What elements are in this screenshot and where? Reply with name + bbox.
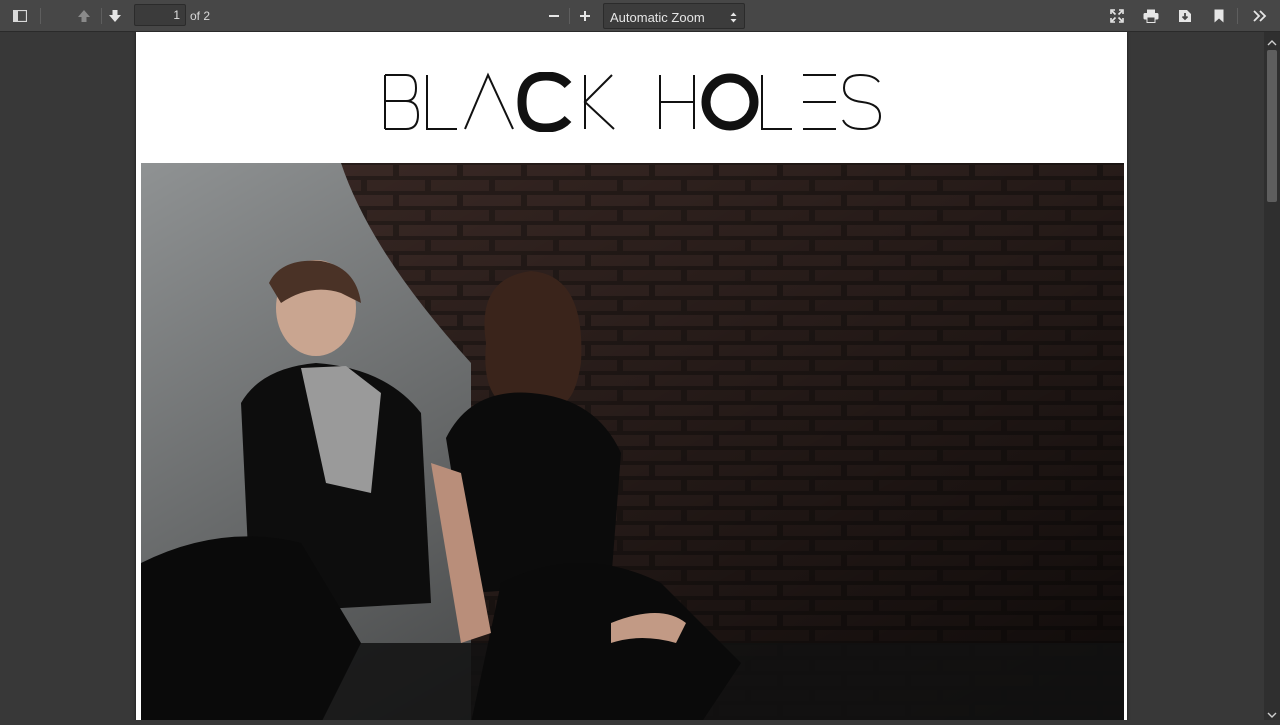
- zoom-select[interactable]: Automatic Zoom: [603, 3, 745, 29]
- scroll-up-arrow-icon[interactable]: [1267, 35, 1277, 46]
- zoom-out-icon[interactable]: [542, 3, 566, 29]
- next-page-icon[interactable]: [103, 3, 127, 29]
- page-count-label: of 2: [190, 9, 211, 23]
- pdf-toolbar: 1 of 2 Automatic Zoom: [0, 0, 1280, 32]
- print-icon[interactable]: [1139, 3, 1163, 29]
- scroll-down-arrow-icon[interactable]: [1267, 707, 1277, 718]
- zoom-select-value: Automatic Zoom: [610, 10, 705, 25]
- pdf-page: [136, 32, 1127, 720]
- download-icon[interactable]: [1173, 3, 1197, 29]
- toolbar-separator: [1237, 8, 1238, 24]
- toolbar-separator: [101, 8, 102, 24]
- page-number-input[interactable]: 1: [134, 4, 186, 26]
- document-viewer[interactable]: [0, 32, 1280, 720]
- band-photo: [141, 163, 1124, 720]
- tools-chevron-icon[interactable]: [1248, 3, 1272, 29]
- presentation-mode-icon[interactable]: [1105, 3, 1129, 29]
- scrollbar-thumb[interactable]: [1267, 50, 1277, 202]
- bookmark-icon[interactable]: [1207, 3, 1231, 29]
- select-arrows-icon: [730, 11, 737, 26]
- vertical-scrollbar[interactable]: [1264, 32, 1280, 720]
- black-holes-wordmark: [383, 71, 881, 133]
- toolbar-separator: [569, 8, 570, 24]
- previous-page-icon[interactable]: [72, 3, 96, 29]
- zoom-in-icon[interactable]: [573, 3, 597, 29]
- document-title: [136, 71, 1127, 137]
- sidebar-toggle-icon[interactable]: [8, 3, 32, 29]
- toolbar-separator: [40, 8, 41, 24]
